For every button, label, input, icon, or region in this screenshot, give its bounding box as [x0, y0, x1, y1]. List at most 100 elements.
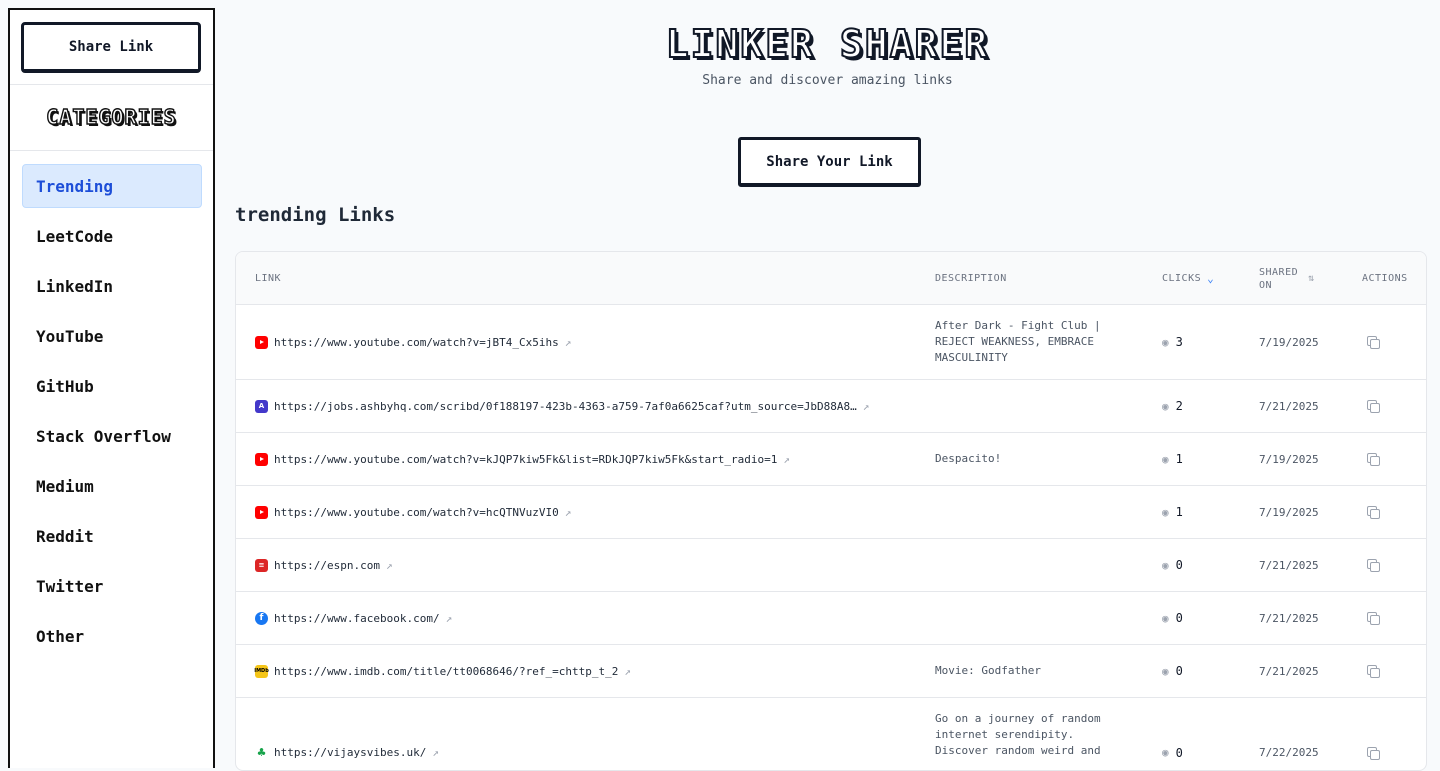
link-url[interactable]: https://www.youtube.com/watch?v=jBT4_Cx5…	[274, 336, 559, 349]
sidebar-divider	[10, 150, 213, 151]
click-count: 2	[1175, 399, 1183, 413]
sidebar-item-reddit[interactable]: Reddit	[22, 514, 202, 558]
date-cell: 7/19/2025	[1259, 505, 1319, 519]
actions-cell	[1367, 433, 1380, 485]
click-count: 0	[1175, 611, 1183, 625]
table-row: A https://jobs.ashbyhq.com/scribd/0f1881…	[236, 380, 1426, 433]
share-your-link-button[interactable]: Share Your Link	[738, 137, 921, 187]
description-cell: Go on a journey of random internet seren…	[935, 712, 1101, 757]
eye-icon: ◉	[1162, 399, 1169, 413]
click-count: 0	[1175, 745, 1183, 760]
clicks-cell: ◉ 1	[1162, 433, 1183, 485]
link-url[interactable]: https://www.youtube.com/watch?v=hcQTNVuz…	[274, 506, 559, 519]
external-link-icon[interactable]: ↗	[386, 559, 393, 572]
column-header-clicks[interactable]: CLICKS ⌄	[1162, 252, 1214, 305]
external-link-icon[interactable]: ↗	[624, 665, 631, 678]
eye-icon: ◉	[1162, 746, 1169, 759]
clicks-cell: ◉ 0	[1162, 539, 1183, 591]
sidebar-item-linkedin[interactable]: LinkedIn	[22, 264, 202, 308]
copy-icon[interactable]	[1367, 612, 1380, 625]
actions-cell	[1367, 645, 1380, 697]
click-count: 0	[1175, 558, 1183, 572]
sidebar: Share Link CATEGORIES Trending LeetCode …	[8, 8, 215, 768]
date-cell: 7/21/2025	[1259, 664, 1319, 678]
copy-icon[interactable]	[1367, 400, 1380, 413]
sidebar-item-other[interactable]: Other	[22, 614, 202, 658]
copy-icon[interactable]	[1367, 559, 1380, 572]
sidebar-item-trending[interactable]: Trending	[22, 164, 202, 208]
clicks-cell: ◉ 1	[1162, 486, 1183, 538]
column-header-shared-on[interactable]: SHARED ON ⇅	[1259, 252, 1315, 305]
click-count: 0	[1175, 664, 1183, 678]
clicks-cell: ◉ 0	[1162, 698, 1183, 770]
shared-label-line2: ON	[1259, 279, 1273, 291]
clicks-cell: ◉ 2	[1162, 380, 1183, 432]
external-link-icon[interactable]: ↗	[863, 400, 870, 413]
click-count: 3	[1175, 335, 1183, 349]
actions-cell	[1367, 592, 1380, 644]
link-cell: A https://jobs.ashbyhq.com/scribd/0f1881…	[255, 380, 869, 432]
date-cell: 7/22/2025	[1259, 746, 1319, 759]
table-row: ♣ https://vijaysvibes.uk/ ↗ Go on a jour…	[236, 698, 1426, 770]
description-cell: After Dark - Fight Club | REJECT WEAKNES…	[935, 319, 1101, 364]
copy-icon[interactable]	[1367, 746, 1380, 760]
link-cell: ♣ https://vijaysvibes.uk/ ↗	[255, 698, 439, 770]
copy-icon[interactable]	[1367, 453, 1380, 466]
external-link-icon[interactable]: ↗	[446, 612, 453, 625]
link-cell: https://www.youtube.com/watch?v=hcQTNVuz…	[255, 486, 571, 538]
shared-label-line1: SHARED	[1259, 266, 1299, 278]
link-url[interactable]: https://espn.com	[274, 559, 380, 572]
actions-cell	[1367, 305, 1380, 379]
share-link-button[interactable]: Share Link	[21, 22, 201, 73]
external-link-icon[interactable]: ↗	[565, 506, 572, 519]
table-row: https://www.youtube.com/watch?v=jBT4_Cx5…	[236, 305, 1426, 380]
sidebar-item-youtube[interactable]: YouTube	[22, 314, 202, 358]
link-url[interactable]: https://jobs.ashbyhq.com/scribd/0f188197…	[274, 400, 857, 413]
column-header-description: DESCRIPTION	[935, 273, 1007, 284]
categories-heading: CATEGORIES	[46, 104, 177, 129]
table-row: https://www.youtube.com/watch?v=hcQTNVuz…	[236, 486, 1426, 539]
sidebar-item-twitter[interactable]: Twitter	[22, 564, 202, 608]
copy-icon[interactable]	[1367, 336, 1380, 349]
actions-cell	[1367, 698, 1380, 770]
clicks-cell: ◉ 3	[1162, 305, 1183, 379]
copy-icon[interactable]	[1367, 506, 1380, 519]
eye-icon: ◉	[1162, 505, 1169, 519]
app-title: LINKER SHARER	[665, 21, 990, 67]
link-cell: ≡ https://espn.com ↗	[255, 539, 393, 591]
date-cell: 7/19/2025	[1259, 335, 1319, 349]
sort-arrows-icon: ⇅	[1308, 273, 1315, 284]
sidebar-item-github[interactable]: GitHub	[22, 364, 202, 408]
sidebar-item-leetcode[interactable]: LeetCode	[22, 214, 202, 258]
ashby-favicon-icon: A	[255, 399, 268, 413]
link-url[interactable]: https://www.facebook.com/	[274, 612, 440, 625]
category-list: Trending LeetCode LinkedIn YouTube GitHu…	[22, 164, 202, 664]
copy-icon[interactable]	[1367, 665, 1380, 678]
table-row: f https://www.facebook.com/ ↗ ◉ 0 7/21/2…	[236, 592, 1426, 645]
description-cell	[935, 486, 1130, 538]
eye-icon: ◉	[1162, 335, 1169, 349]
app-subtitle: Share and discover amazing links	[702, 73, 953, 88]
external-link-icon[interactable]: ↗	[432, 746, 439, 759]
sidebar-item-medium[interactable]: Medium	[22, 464, 202, 508]
link-url[interactable]: https://vijaysvibes.uk/	[274, 746, 426, 759]
date-cell: 7/21/2025	[1259, 399, 1319, 413]
imdb-favicon-icon: IMDb	[254, 664, 269, 678]
column-header-actions: ACTIONS	[1362, 273, 1408, 284]
date-cell: 7/19/2025	[1259, 452, 1319, 466]
link-cell: IMDb https://www.imdb.com/title/tt006864…	[254, 645, 631, 697]
column-header-shared-label: SHARED ON	[1259, 266, 1298, 292]
chevron-down-icon: ⌄	[1207, 272, 1215, 285]
actions-cell	[1367, 486, 1380, 538]
sidebar-item-stack-overflow[interactable]: Stack Overflow	[22, 414, 202, 458]
external-link-icon[interactable]: ↗	[565, 336, 572, 349]
link-url[interactable]: https://www.youtube.com/watch?v=kJQP7kiw…	[274, 453, 777, 466]
description-cell: Despacito!	[935, 452, 1002, 465]
youtube-favicon-icon	[255, 505, 268, 519]
link-url[interactable]: https://www.imdb.com/title/tt0068646/?re…	[274, 665, 618, 678]
eye-icon: ◉	[1162, 611, 1169, 625]
table-header: LINK DESCRIPTION CLICKS ⌄ SHARED ON ⇅ AC…	[236, 252, 1426, 305]
section-title: trending Links	[235, 204, 396, 226]
column-header-clicks-label: CLICKS	[1162, 273, 1202, 284]
external-link-icon[interactable]: ↗	[783, 453, 790, 466]
